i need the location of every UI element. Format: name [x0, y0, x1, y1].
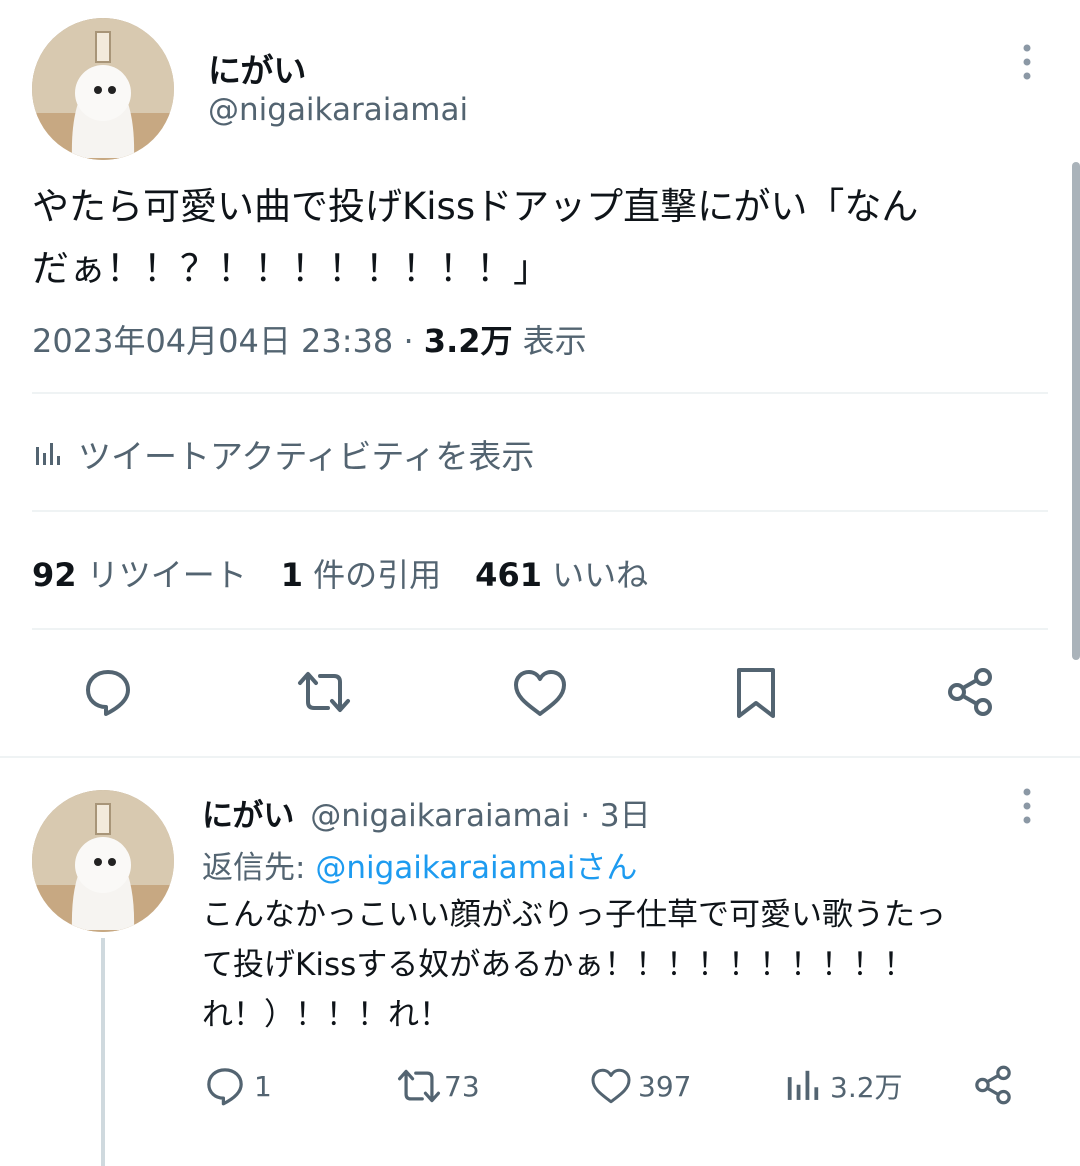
divider: [32, 510, 1048, 512]
quotes-label: 件の引用: [313, 556, 442, 594]
thread-line: [101, 938, 105, 1166]
reply-action-like[interactable]: 397: [590, 1064, 691, 1108]
quotes-count: 1: [280, 556, 303, 594]
reply-icon[interactable]: [82, 666, 134, 718]
views-label: 表示: [522, 322, 587, 360]
reply-header: にがい @nigaikaraiamai · 3日: [202, 790, 651, 835]
chart-icon: [32, 439, 62, 469]
reply-count: 1: [254, 1069, 272, 1103]
retweet-icon[interactable]: [296, 666, 352, 718]
more-icon[interactable]: [1016, 44, 1038, 80]
likes-stat[interactable]: 461 いいね: [475, 550, 648, 596]
avatar[interactable]: [32, 18, 174, 160]
timestamp[interactable]: 2023年04月04日 23:38: [32, 322, 393, 360]
divider: [32, 392, 1048, 394]
likes-label: いいね: [552, 556, 649, 594]
tweet-meta: 2023年04月04日 23:38 · 3.2万 表示: [32, 316, 587, 362]
replying-to-suffix: さん: [575, 850, 638, 886]
reply-user-handle[interactable]: @nigaikaraiamai: [310, 798, 570, 834]
replying-to-prefix: 返信先:: [202, 850, 316, 886]
views-count: 3.2万: [830, 1071, 903, 1104]
section-divider: [0, 756, 1080, 758]
tweet-text-line: やたら可愛い曲で投げKissドアップ直撃にがい「なん: [32, 185, 919, 228]
divider: [32, 628, 1048, 630]
retweet-count: 73: [444, 1069, 480, 1103]
scrollbar[interactable]: [1072, 162, 1080, 660]
share-icon[interactable]: [972, 1064, 1014, 1106]
retweets-count: 92: [32, 556, 77, 594]
replying-to: 返信先: @nigaikaraiamaiさん: [202, 842, 637, 887]
reply-display-name[interactable]: にがい: [202, 798, 294, 834]
views-count: 3.2万: [423, 322, 513, 360]
like-count: 397: [638, 1069, 692, 1103]
display-name[interactable]: にがい: [208, 44, 306, 92]
retweets-stat[interactable]: 92 リツイート: [32, 550, 247, 596]
reply-action-retweet[interactable]: 73: [396, 1064, 480, 1108]
reply-action-reply[interactable]: 1: [204, 1064, 272, 1108]
bookmark-icon[interactable]: [734, 666, 778, 720]
tweet-text: やたら可愛い曲で投げKissドアップ直撃にがい「なん だぁ！！？！！！！！！！！…: [32, 176, 918, 300]
user-handle[interactable]: @nigaikaraiamai: [208, 92, 468, 128]
reply-text-line: れ！）！！！れ！: [202, 997, 450, 1033]
activity-label: ツイートアクティビティを表示: [78, 437, 535, 476]
tweet-text-line: だぁ！！？！！！！！！！！」: [32, 247, 550, 290]
reply-time[interactable]: · 3日: [580, 798, 650, 834]
reply-action-views[interactable]: 3.2万: [784, 1064, 903, 1108]
retweets-label: リツイート: [86, 556, 247, 594]
likes-count: 461: [475, 556, 542, 594]
reply-icon: [204, 1065, 246, 1107]
like-icon: [590, 1066, 632, 1106]
tweet-activity-link[interactable]: ツイートアクティビティを表示: [32, 432, 534, 476]
reply-text: こんなかっこいい顔がぶりっ子仕草で可愛い歌うたっ て投げKissする奴があるかぁ…: [202, 890, 946, 1040]
share-icon[interactable]: [944, 666, 996, 718]
quotes-stat[interactable]: 1 件の引用: [281, 550, 441, 596]
more-icon[interactable]: [1016, 788, 1038, 824]
engagement-stats: 92 リツイート 1 件の引用 461 いいね: [32, 550, 648, 596]
reply-avatar[interactable]: [32, 790, 174, 932]
retweet-icon: [396, 1065, 442, 1107]
like-icon[interactable]: [512, 668, 568, 718]
meta-separator: ·: [403, 322, 414, 360]
replying-to-handle[interactable]: @nigaikaraiamai: [315, 850, 575, 886]
reply-text-line: こんなかっこいい顔がぶりっ子仕草で可愛い歌うたっ: [202, 897, 946, 933]
reply-text-line: て投げKissする奴があるかぁ！！！！！！！！！！: [202, 947, 915, 983]
chart-icon: [784, 1067, 822, 1105]
